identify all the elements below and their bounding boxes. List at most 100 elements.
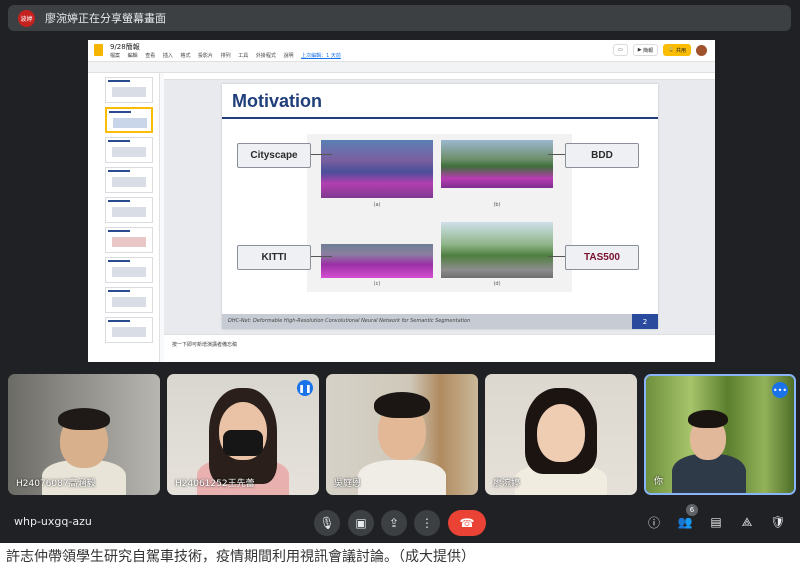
- slide-title: Motivation: [232, 91, 322, 111]
- doc-title[interactable]: 9/28簡報: [110, 42, 140, 52]
- participant-body: [358, 460, 446, 495]
- participant-tile-3[interactable]: 吳庭恩: [326, 374, 478, 495]
- participant-tile-4[interactable]: 廖涴婷: [485, 374, 637, 495]
- speaking-indicator-icon: ❚❚: [297, 380, 313, 396]
- label-cityscape: Cityscape: [237, 143, 311, 168]
- people-icon[interactable]: 👥: [676, 513, 694, 531]
- slide-thumb[interactable]: [105, 257, 153, 283]
- present-now-button[interactable]: ⇪: [381, 510, 407, 536]
- tas500-image: [441, 222, 553, 278]
- meeting-info-icon[interactable]: ⓘ: [645, 513, 663, 531]
- kitti-image: [321, 244, 433, 278]
- shared-screen: 9/28簡報 檔案 編輯 查看 插入 格式 投影片 排列 工具 外掛程式 說明 …: [88, 40, 715, 362]
- slide-thumb[interactable]: [105, 197, 153, 223]
- participant-head: [537, 404, 585, 462]
- connector-line: [548, 154, 566, 155]
- current-slide[interactable]: Motivation (a) (b) (c) (d) Cityscape BDD…: [222, 84, 658, 329]
- connector-line: [310, 256, 332, 257]
- presenter-avatar: 波婷: [18, 9, 35, 27]
- slide-thumb-selected[interactable]: [105, 107, 153, 133]
- meeting-code: whp-uxgq-azu: [14, 515, 92, 528]
- slide-thumb[interactable]: [105, 77, 153, 103]
- face-mask: [223, 430, 263, 456]
- menu-insert[interactable]: 插入: [163, 53, 173, 59]
- menu-arrange[interactable]: 排列: [221, 53, 231, 59]
- menu-view[interactable]: 查看: [145, 53, 155, 59]
- bdd-image: [441, 140, 553, 188]
- menu-format[interactable]: 格式: [180, 53, 190, 59]
- present-screen-icon: ⇪: [388, 516, 400, 530]
- connector-line: [310, 154, 332, 155]
- slides-menu-bar: 檔案 編輯 查看 插入 格式 投影片 排列 工具 外掛程式 說明 上次編輯：1 …: [110, 52, 347, 59]
- participant-hair: [58, 408, 110, 430]
- caption-d: (d): [493, 281, 501, 287]
- slide-thumb[interactable]: [105, 287, 153, 313]
- label-bdd: BDD: [565, 143, 639, 168]
- slide-page-number: 2: [632, 314, 658, 329]
- participant-tile-self[interactable]: ••• 你: [644, 374, 796, 495]
- slide-filmstrip: [88, 73, 160, 362]
- title-rule: [222, 117, 658, 119]
- slide-canvas: Motivation (a) (b) (c) (d) Cityscape BDD…: [164, 80, 715, 362]
- slides-toolbar: [88, 62, 715, 73]
- chat-icon[interactable]: ▤: [707, 513, 725, 531]
- meeting-window: 波婷 廖涴婷正在分享螢幕畫面 9/28簡報 檔案 編輯 查看 插入 格式 投影片…: [0, 0, 800, 543]
- slide-thumb[interactable]: [105, 167, 153, 193]
- participant-name: 你: [654, 477, 664, 487]
- present-label: 簡報: [643, 47, 654, 54]
- present-button[interactable]: ▶ 簡報: [632, 44, 659, 56]
- slides-doc-icon: [94, 44, 103, 56]
- caption-b: (b): [493, 202, 501, 208]
- more-vert-icon: ⋮: [421, 516, 433, 530]
- participant-tile-1[interactable]: H24076087高涵毅: [8, 374, 160, 495]
- slide-thumb[interactable]: [105, 137, 153, 163]
- participant-hair: [374, 392, 430, 418]
- more-options-button[interactable]: ⋮: [414, 510, 440, 536]
- ruler: [164, 73, 715, 80]
- comment-icon[interactable]: ▭: [612, 44, 628, 56]
- slide-thumb[interactable]: [105, 317, 153, 343]
- photo-caption: 許志仲帶領學生研究自駕車技術，疫情期間利用視訊會議討論。（成大提供）: [6, 549, 475, 565]
- activities-icon[interactable]: ⟁: [738, 513, 756, 531]
- cityscape-image: [321, 140, 433, 198]
- participant-name: 吳庭恩: [334, 479, 362, 489]
- caption-c: (c): [373, 281, 381, 287]
- end-call-button[interactable]: ☎: [448, 510, 486, 536]
- phone-hangup-icon: ☎: [459, 516, 475, 530]
- presenting-text: 廖涴婷正在分享螢幕畫面: [45, 12, 166, 25]
- participant-name: 廖涴婷: [493, 479, 521, 489]
- participant-name: H24076087高涵毅: [16, 479, 96, 489]
- account-avatar[interactable]: [696, 44, 707, 56]
- menu-file[interactable]: 檔案: [110, 53, 120, 59]
- participant-name: H24061252王先蕾: [175, 479, 255, 489]
- slides-header-actions: ▭ ▶ 簡報 🔒 共用: [612, 44, 707, 56]
- presenting-banner: 波婷 廖涴婷正在分享螢幕畫面: [8, 5, 791, 31]
- lock-icon: 🔒: [668, 47, 676, 53]
- participant-tile-2[interactable]: ❚❚ H24061252王先蕾: [167, 374, 319, 495]
- share-label: 共用: [675, 47, 686, 54]
- slides-titlebar: 9/28簡報 檔案 編輯 查看 插入 格式 投影片 排列 工具 外掛程式 說明 …: [88, 40, 715, 62]
- dataset-figure: (a) (b) (c) (d): [307, 134, 572, 292]
- host-controls-icon[interactable]: 🛡: [769, 513, 787, 531]
- slide-thumb[interactable]: [105, 227, 153, 253]
- microphone-icon: 🎙: [319, 516, 335, 530]
- connector-line: [548, 256, 566, 257]
- label-kitti: KITTI: [237, 245, 311, 270]
- caption-a: (a): [373, 202, 381, 208]
- menu-help[interactable]: 說明: [283, 53, 293, 59]
- slide-footer: DHC-Net: Deformable High-Resolution Conv…: [222, 314, 658, 329]
- menu-slide[interactable]: 投影片: [198, 53, 213, 59]
- share-button[interactable]: 🔒 共用: [663, 44, 691, 56]
- last-edit[interactable]: 上次編輯：1 天前: [301, 53, 341, 59]
- microphone-button[interactable]: 🎙: [314, 510, 340, 536]
- more-options-icon[interactable]: •••: [772, 382, 788, 398]
- camera-icon: ▣: [355, 516, 367, 530]
- participant-hair: [688, 410, 728, 428]
- participant-body: [672, 454, 746, 493]
- menu-edit[interactable]: 編輯: [128, 53, 138, 59]
- menu-addons[interactable]: 外掛程式: [256, 53, 276, 59]
- speaker-notes[interactable]: 按一下即可新增演講者備忘稿: [164, 334, 715, 362]
- camera-button[interactable]: ▣: [348, 510, 374, 536]
- label-tas500: TAS500: [565, 245, 639, 270]
- menu-tools[interactable]: 工具: [238, 53, 248, 59]
